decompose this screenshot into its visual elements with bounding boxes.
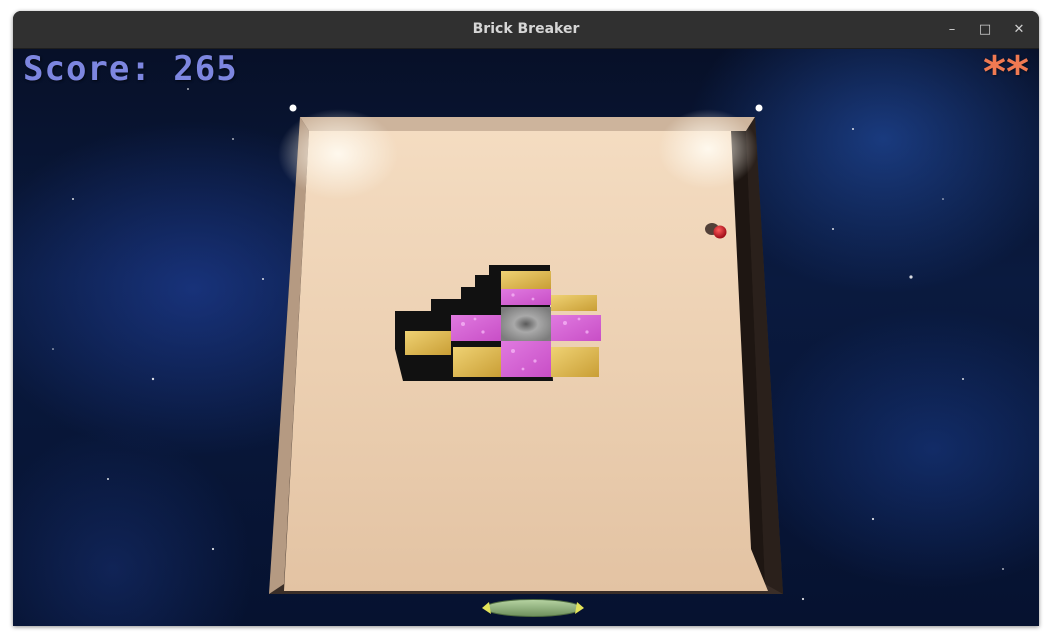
- brick-pink-1: [501, 289, 551, 305]
- light-glow-left: [278, 109, 398, 199]
- game-scene: [52, 88, 1004, 617]
- lives-indicator: **: [982, 47, 1029, 98]
- corner-marker-left: [289, 104, 297, 112]
- score-display: Score: 265: [23, 49, 238, 89]
- corner-marker-right: [755, 104, 763, 112]
- paddle: [484, 599, 582, 617]
- app-window: Brick Breaker – □ ✕ Score: 265 **: [13, 11, 1039, 626]
- brick-pink-bottom: [501, 341, 551, 377]
- brick-gray-center: [501, 307, 551, 341]
- close-button[interactable]: ✕: [1009, 20, 1029, 40]
- brick-gold-bottom-left: [453, 347, 501, 377]
- brick-gold-bottom-right: [551, 347, 599, 377]
- window-title: Brick Breaker: [472, 21, 580, 37]
- light-glow-right: [658, 109, 758, 189]
- minimize-button[interactable]: –: [942, 20, 962, 40]
- brick-gold-top: [501, 271, 551, 289]
- game-canvas[interactable]: Score: 265 **: [13, 49, 1039, 626]
- ball: [713, 225, 727, 239]
- brick-gold-far-left: [405, 331, 451, 355]
- brick-gold-right-top: [551, 295, 597, 311]
- maximize-button[interactable]: □: [975, 20, 995, 40]
- title-bar[interactable]: Brick Breaker – □ ✕: [13, 11, 1039, 49]
- brick-pink-right: [551, 315, 601, 341]
